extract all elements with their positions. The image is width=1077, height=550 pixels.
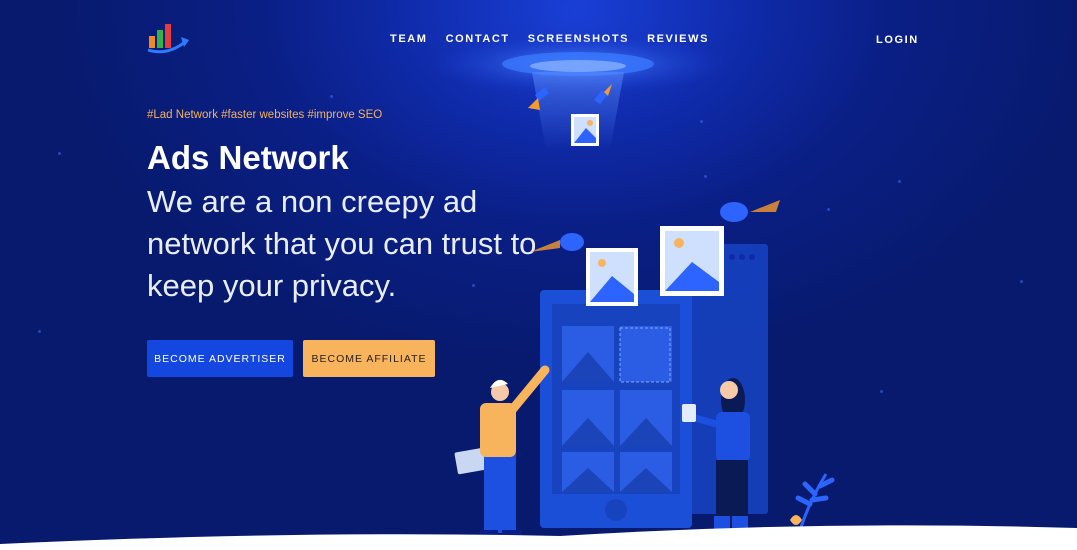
image-icon-left <box>586 248 638 306</box>
phone-device <box>540 290 692 528</box>
hero-illustration <box>428 40 835 540</box>
become-advertiser-button[interactable]: BECOME ADVERTISER <box>147 340 293 377</box>
page-title: Ads Network <box>147 139 349 176</box>
bird-icon-4 <box>720 200 780 222</box>
hero-tags: #Lad Network #faster websites #improve S… <box>147 109 383 121</box>
image-icon-small <box>571 114 599 146</box>
ground-wave <box>0 525 1077 550</box>
image-icon-right <box>660 226 724 296</box>
bird-icon-3 <box>530 233 584 252</box>
bar-chart-logo-icon[interactable] <box>147 22 191 56</box>
become-affiliate-button[interactable]: BECOME AFFILIATE <box>303 340 435 377</box>
